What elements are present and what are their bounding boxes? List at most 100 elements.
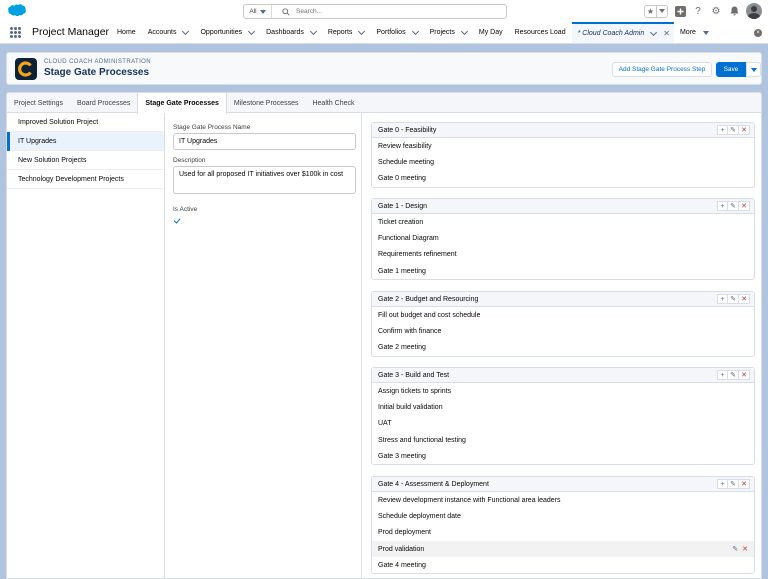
nav-item-projects[interactable]: Projects (424, 22, 473, 43)
delete-icon[interactable]: ✕ (742, 545, 748, 553)
process-item-new-solution-projects[interactable]: New Solution Projects (7, 151, 164, 170)
gate-step[interactable]: UAT (372, 416, 754, 432)
delete-icon[interactable]: ✕ (739, 201, 750, 211)
pencil-icon[interactable]: ✎ (732, 545, 738, 553)
gate-title: Gate 4 - Assessment & Deployment (378, 480, 489, 488)
help-icon[interactable]: ? (692, 5, 704, 17)
nav-item-my-day[interactable]: My Day (473, 22, 509, 43)
chevron-down-icon (750, 67, 757, 72)
process-item-it-upgrades[interactable]: IT Upgrades (7, 132, 164, 151)
gate-step[interactable]: Requirements refinement (372, 247, 754, 263)
salesforce-logo-icon[interactable] (6, 4, 26, 18)
gate-step[interactable]: Fill out budget and cost schedule (372, 307, 754, 323)
delete-icon[interactable]: ✕ (739, 370, 750, 380)
app-nav-bar: Project Manager Home Accounts Opportunit… (0, 22, 768, 43)
gate-step[interactable]: Initial build validation (372, 399, 754, 415)
chevron-down-icon[interactable] (656, 5, 667, 17)
user-avatar[interactable] (746, 3, 762, 19)
gate-step[interactable]: Ticket creation (372, 214, 754, 230)
chevron-down-icon[interactable] (460, 27, 468, 35)
close-icon[interactable]: ✕ (663, 29, 670, 38)
nav-item-portfolios[interactable]: Portfolios (370, 22, 423, 43)
gate-step[interactable]: Review feasibility (372, 138, 754, 154)
save-button[interactable]: Save (716, 62, 746, 77)
gear-icon[interactable]: ⚙ (710, 5, 722, 17)
step-actions: ✎ ✕ (732, 545, 748, 553)
tab-stage-gate-processes[interactable]: Stage Gate Processes (137, 93, 227, 114)
gate-step[interactable]: Gate 2 meeting (372, 340, 754, 356)
gate-card: Gate 0 - Feasibility + ✎ ✕ Review feasib… (371, 122, 755, 188)
page-eyebrow: CLOUD COACH ADMINISTRATION (44, 59, 151, 65)
app-name: Project Manager (32, 26, 110, 38)
add-icon[interactable]: + (717, 201, 728, 211)
chevron-down-icon[interactable] (358, 27, 366, 35)
checkmark-icon[interactable] (173, 216, 181, 224)
search-scope-dropdown[interactable]: All (244, 5, 272, 18)
gate-step[interactable]: Confirm with finance (372, 323, 754, 339)
app-launcher-icon[interactable] (10, 27, 21, 38)
nav-item-reports[interactable]: Reports (322, 22, 371, 43)
gate-step[interactable]: Stress and functional testing (372, 432, 754, 448)
nav-item-label: Resources Load (514, 29, 566, 36)
description-field[interactable]: Used for all proposed IT initiatives ove… (173, 166, 356, 194)
nav-more[interactable]: More (674, 22, 715, 43)
process-item-technology-development-projects[interactable]: Technology Development Projects (7, 170, 164, 189)
favorites-group[interactable]: ★ (644, 4, 668, 18)
chevron-down-icon[interactable] (650, 28, 658, 36)
gate-step[interactable]: Review development instance with Functio… (372, 492, 754, 508)
process-name-field[interactable]: IT Upgrades (173, 133, 356, 150)
gate-step[interactable]: Gate 0 meeting (372, 171, 754, 187)
gate-step[interactable]: Gate 1 meeting (372, 263, 754, 279)
chevron-down-icon[interactable] (248, 27, 256, 35)
add-icon[interactable]: + (717, 294, 728, 304)
tab-health-check[interactable]: Health Check (305, 93, 361, 113)
nav-item-dashboards[interactable]: Dashboards (260, 22, 322, 43)
nav-item-opportunities[interactable]: Opportunities (194, 22, 260, 43)
add-icon[interactable]: + (717, 370, 728, 380)
delete-icon[interactable]: ✕ (739, 479, 750, 489)
global-search[interactable]: All (243, 4, 507, 19)
tab-milestone-processes[interactable]: Milestone Processes (227, 93, 306, 113)
process-item-improved-solution-project[interactable]: Improved Solution Project (7, 113, 164, 132)
nav-tab-cloud-coach-admin[interactable]: * Cloud Coach Admin ✕ (571, 22, 674, 43)
gate-step[interactable]: Functional Diagram (372, 230, 754, 246)
nav-item-home[interactable]: Home (111, 22, 142, 43)
add-icon[interactable]: + (717, 479, 728, 489)
pencil-icon[interactable]: ✎ (728, 294, 739, 304)
nav-item-accounts[interactable]: Accounts (142, 22, 195, 43)
nav-item-resources-load[interactable]: Resources Load (509, 22, 572, 43)
tab-board-processes[interactable]: Board Processes (70, 93, 137, 113)
pencil-icon[interactable]: ✎ (728, 479, 739, 489)
gate-step[interactable]: Gate 3 meeting (372, 448, 754, 464)
gate-step-hovered[interactable]: Prod validation ✎ ✕ (372, 540, 754, 558)
notification-bell-icon[interactable] (728, 5, 740, 17)
save-menu-button[interactable] (746, 62, 761, 77)
global-actions-icon[interactable] (674, 5, 686, 17)
chevron-down-icon[interactable] (411, 27, 419, 35)
pencil-icon[interactable]: ✎ (728, 201, 739, 211)
gate-step[interactable]: Schedule deployment date (372, 508, 754, 524)
gate-title: Gate 0 - Feasibility (378, 126, 437, 134)
add-icon[interactable]: + (717, 125, 728, 135)
gate-card: Gate 1 - Design + ✎ ✕ Ticket creation Fu… (371, 198, 755, 281)
add-stage-gate-step-button[interactable]: Add Stage Gate Process Step (612, 62, 712, 77)
chevron-down-icon[interactable] (182, 27, 190, 35)
description-field-label: Description (173, 157, 206, 164)
delete-icon[interactable]: ✕ (739, 294, 750, 304)
chevron-down-icon[interactable] (309, 27, 317, 35)
tab-project-settings[interactable]: Project Settings (7, 93, 70, 113)
star-icon[interactable]: ★ (645, 6, 656, 17)
gate-step[interactable]: Assign tickets to sprints (372, 383, 754, 399)
gate-step[interactable]: Gate 4 meeting (372, 557, 754, 573)
close-circle-icon[interactable]: × (754, 29, 762, 37)
header-actions: ★ ? ⚙ (644, 3, 762, 19)
gate-step[interactable]: Schedule meeting (372, 154, 754, 170)
gate-card: Gate 3 - Build and Test + ✎ ✕ Assign tic… (371, 367, 755, 466)
pencil-icon[interactable]: ✎ (728, 370, 739, 380)
pencil-icon[interactable]: ✎ (728, 125, 739, 135)
delete-icon[interactable]: ✕ (739, 125, 750, 135)
search-icon (282, 7, 290, 16)
search-input[interactable] (296, 8, 476, 15)
gate-step[interactable]: Prod deployment (372, 525, 754, 541)
cloud-coach-logo-icon (15, 58, 37, 80)
